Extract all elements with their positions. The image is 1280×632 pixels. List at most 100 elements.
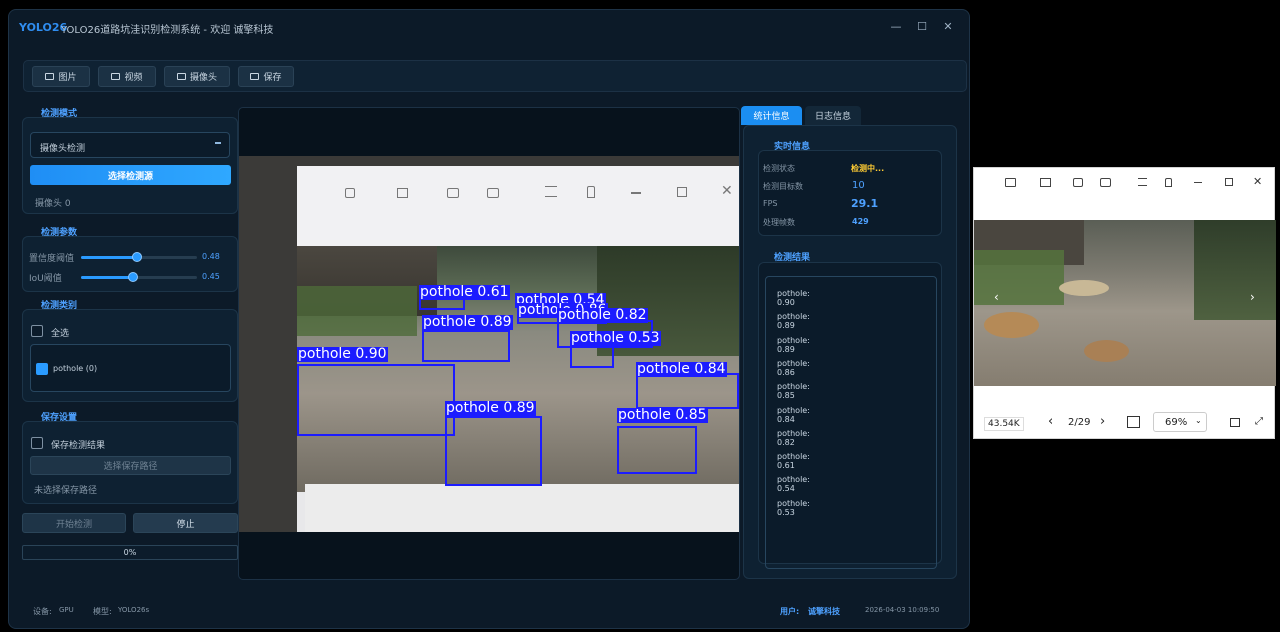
detection-box bbox=[617, 426, 697, 474]
results-list[interactable]: pothole: 0.90 pothole: 0.89 pothole: 0.89 p… bbox=[765, 276, 937, 569]
select-save-path-button[interactable]: 选择保存路径 bbox=[30, 456, 231, 475]
maximize-icon[interactable] bbox=[1225, 178, 1233, 186]
close-icon[interactable]: ✕ bbox=[1253, 175, 1262, 188]
progress-bar: 0% bbox=[22, 545, 238, 560]
user-value: 诚擎科技 bbox=[808, 607, 840, 616]
image-button[interactable]: 图片 bbox=[32, 66, 90, 87]
prev-image-icon[interactable]: ‹ bbox=[994, 290, 999, 304]
image-icon[interactable] bbox=[1005, 178, 1016, 187]
file-size: 43.54K bbox=[984, 417, 1024, 431]
toolbar: 图片 视频 摄像头 保存 bbox=[23, 60, 967, 92]
conf-slider-fill bbox=[81, 256, 137, 259]
frames-value: 429 bbox=[852, 217, 869, 226]
viewer-photo: ‹ › bbox=[974, 220, 1276, 386]
next-button[interactable]: › bbox=[1100, 414, 1105, 429]
prev-button[interactable]: ‹ bbox=[1048, 414, 1053, 429]
fps-value: 29.1 bbox=[851, 197, 879, 210]
model-label: 模型: bbox=[93, 607, 112, 616]
device-label: 设备: bbox=[33, 607, 52, 616]
save-panel: 保存检测结果 选择保存路径 未选择保存路径 bbox=[22, 421, 238, 504]
save-path-status: 未选择保存路径 bbox=[34, 486, 98, 496]
save-icon bbox=[250, 73, 260, 80]
maximize-icon bbox=[677, 187, 687, 197]
minimize-icon[interactable] bbox=[1194, 182, 1202, 183]
zoom-select[interactable]: 69% ⌄ bbox=[1153, 412, 1207, 432]
save-result-checkbox[interactable] bbox=[31, 437, 43, 449]
conf-slider[interactable] bbox=[81, 252, 197, 262]
iou-slider[interactable] bbox=[81, 272, 197, 282]
result-item: pothole: 0.82 bbox=[777, 428, 810, 447]
camera-icon bbox=[176, 73, 186, 80]
viewer-pothole bbox=[1084, 340, 1129, 362]
iou-slider-fill bbox=[81, 276, 133, 279]
class-checkbox[interactable] bbox=[36, 363, 48, 375]
tab-stats[interactable]: 统计信息 bbox=[741, 106, 802, 125]
print-icon[interactable] bbox=[1073, 178, 1083, 187]
iou-value: 0.45 bbox=[202, 272, 220, 281]
result-item: pothole: 0.89 bbox=[777, 312, 810, 331]
stop-button[interactable]: 停止 bbox=[133, 513, 238, 533]
close-icon: ✕ bbox=[721, 183, 733, 199]
result-item: pothole: 0.89 bbox=[777, 335, 810, 354]
targets-label: 检测目标数 bbox=[763, 182, 803, 191]
share-icon[interactable] bbox=[1100, 178, 1111, 187]
save-result-label: 保存检测结果 bbox=[51, 441, 106, 451]
pin-icon[interactable] bbox=[1165, 178, 1172, 187]
filmstrip-icon[interactable] bbox=[1230, 418, 1240, 427]
device-value: GPU bbox=[59, 606, 74, 614]
status-value: 检测中... bbox=[851, 164, 885, 173]
classes-panel: 全选 pothole (0) bbox=[22, 309, 238, 402]
menu-icon bbox=[545, 186, 557, 197]
page-indicator: 2/29 bbox=[1068, 417, 1091, 428]
mode-select[interactable]: 摄像头检测 bbox=[30, 132, 230, 158]
maximize-button[interactable]: ☐ bbox=[915, 20, 929, 33]
image-icon bbox=[345, 188, 355, 198]
conf-value: 0.48 bbox=[202, 252, 220, 261]
model-value: YOLO26s bbox=[118, 606, 150, 614]
video-button[interactable]: 视频 bbox=[98, 66, 156, 87]
next-image-icon[interactable]: › bbox=[1250, 290, 1255, 304]
mode-select-value: 摄像头检测 bbox=[40, 144, 86, 154]
iou-slider-thumb[interactable] bbox=[128, 272, 138, 282]
select-source-button[interactable]: 选择检测源 bbox=[30, 165, 231, 185]
detection-label: pothole 0.90 bbox=[297, 346, 388, 362]
photo-viewer-window: ✕ ‹ › 43.54K ‹ 2/29 › 69% ⌄ ⤢ bbox=[973, 167, 1276, 439]
crop-icon bbox=[397, 188, 408, 198]
fit-icon[interactable] bbox=[1127, 416, 1140, 428]
close-button[interactable]: ✕ bbox=[941, 20, 955, 33]
viewer-pothole bbox=[984, 312, 1039, 338]
menu-icon[interactable] bbox=[1138, 178, 1147, 186]
stats-panel: 实时信息 检测状态 检测中... 检测目标数 10 FPS 29.1 处理帧数 … bbox=[743, 125, 957, 579]
monitor-bezel bbox=[305, 484, 739, 532]
targets-value: 10 bbox=[852, 180, 865, 191]
video-button-label: 视频 bbox=[124, 73, 143, 83]
title-bar: YOLO26 YOLO26道路坑洼识别检测系统 - 欢迎 诚擎科技 — ☐ ✕ bbox=[9, 10, 969, 44]
frames-label: 处理帧数 bbox=[763, 218, 795, 227]
class-item-label: pothole (0) bbox=[53, 364, 98, 373]
viewer-pothole bbox=[1059, 280, 1109, 296]
save-button[interactable]: 保存 bbox=[238, 66, 294, 87]
share-icon bbox=[487, 188, 499, 198]
mode-panel: 摄像头检测 选择检测源 摄像头 0 bbox=[22, 117, 238, 214]
detection-label: pothole 0.85 bbox=[617, 407, 708, 423]
video-icon bbox=[111, 73, 121, 80]
minimize-icon bbox=[631, 192, 641, 194]
detection-box bbox=[445, 416, 542, 486]
result-item: pothole: 0.61 bbox=[777, 452, 810, 471]
start-detection-button[interactable]: 开始检测 bbox=[22, 513, 126, 533]
fullscreen-icon[interactable]: ⤢ bbox=[1255, 416, 1263, 427]
camera-button[interactable]: 摄像头 bbox=[164, 66, 230, 87]
conf-slider-thumb[interactable] bbox=[132, 252, 142, 262]
pin-icon bbox=[587, 186, 595, 198]
select-all-checkbox[interactable] bbox=[31, 325, 43, 337]
minimize-button[interactable]: — bbox=[889, 20, 903, 33]
grass bbox=[297, 286, 417, 336]
results-box: pothole: 0.90 pothole: 0.89 pothole: 0.89 p… bbox=[758, 262, 942, 569]
chevron-down-icon: ⌄ bbox=[1195, 416, 1202, 425]
crop-icon[interactable] bbox=[1040, 178, 1051, 187]
user-label: 用户: bbox=[780, 607, 800, 616]
tab-log[interactable]: 日志信息 bbox=[805, 106, 861, 125]
fps-label: FPS bbox=[763, 199, 778, 208]
params-panel: 置信度阈值 0.48 IoU阈值 0.45 bbox=[22, 236, 238, 292]
print-icon bbox=[447, 188, 459, 198]
